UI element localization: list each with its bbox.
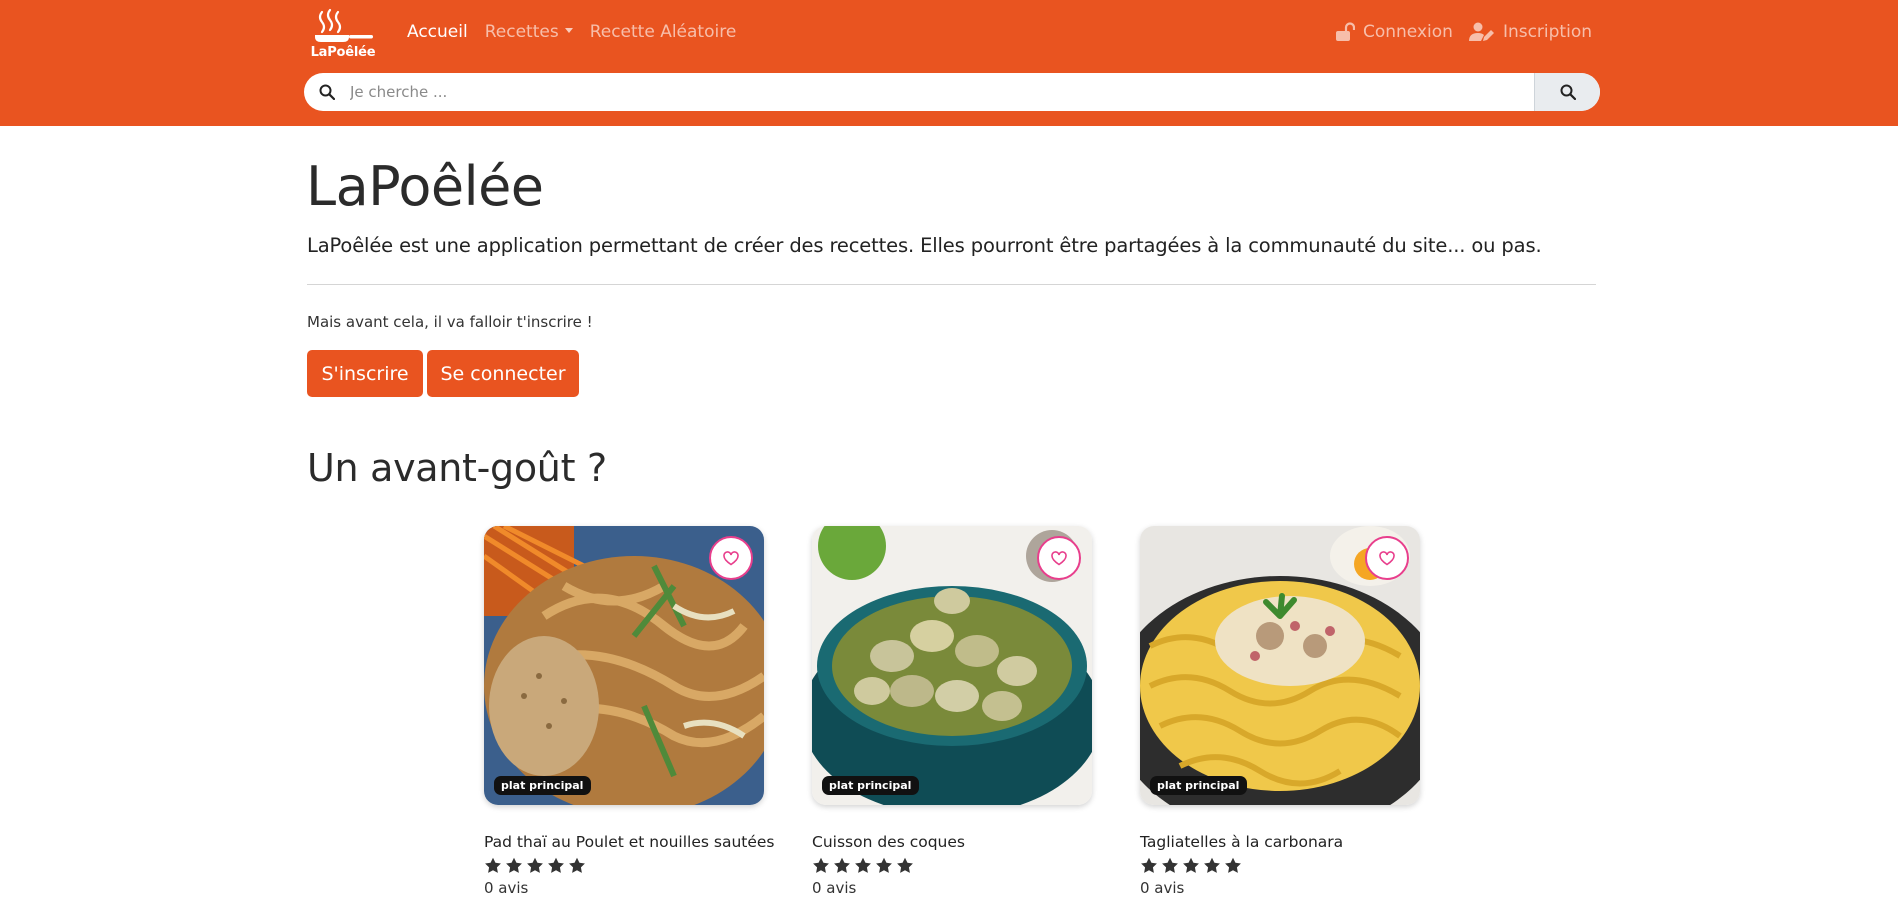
recipe-title[interactable]: Cuisson des coques <box>812 833 1092 851</box>
hero-subtext: Mais avant cela, il va falloir t'inscrir… <box>307 313 593 331</box>
star-icon <box>526 857 544 874</box>
favorite-button[interactable] <box>1037 536 1081 580</box>
search-icon <box>1560 84 1576 100</box>
star-icon <box>812 857 830 874</box>
star-icon <box>1224 857 1242 874</box>
recipe-image[interactable]: plat principal <box>1140 526 1420 805</box>
nav-home[interactable]: Accueil <box>407 22 468 42</box>
star-icon <box>1203 857 1221 874</box>
auth-nav: Connexion Inscription <box>1335 22 1592 42</box>
page-title: LaPoêlée <box>306 155 544 218</box>
recipe-card[interactable]: plat principal Tagliatelles à la carbona… <box>1140 526 1420 897</box>
recipe-title[interactable]: Tagliatelles à la carbonara <box>1140 833 1420 851</box>
recipe-card[interactable]: plat principal Pad thaï au Poulet et nou… <box>484 526 775 897</box>
star-icon <box>833 857 851 874</box>
star-icon <box>1161 857 1179 874</box>
star-icon <box>1182 857 1200 874</box>
star-icon <box>896 857 914 874</box>
heart-icon <box>1051 550 1067 565</box>
brand-logo[interactable]: LaPoêlée <box>310 8 376 64</box>
login-button[interactable]: Se connecter <box>427 350 579 397</box>
unlock-icon <box>1335 22 1355 42</box>
star-icon <box>875 857 893 874</box>
signup-button[interactable]: S'inscrire <box>307 350 423 397</box>
hero-lead: LaPoêlée est une application permettant … <box>307 234 1542 257</box>
category-badge: plat principal <box>822 776 920 795</box>
review-count: 0 avis <box>812 879 857 897</box>
nav-recipes-dropdown[interactable]: Recettes <box>485 22 573 42</box>
search-icon <box>304 73 350 111</box>
nav-register[interactable]: Inscription <box>1468 22 1592 42</box>
review-count: 0 avis <box>484 879 529 897</box>
favorite-button[interactable] <box>709 536 753 580</box>
recipe-image[interactable]: plat principal <box>484 526 764 805</box>
star-icon <box>854 857 872 874</box>
star-icon <box>484 857 502 874</box>
category-badge: plat principal <box>1150 776 1248 795</box>
search-submit-button[interactable] <box>1534 73 1600 111</box>
review-count: 0 avis <box>1140 879 1185 897</box>
navbar: LaPoêlée Accueil Recettes Recette Aléato… <box>0 0 1898 126</box>
nav-random-recipe[interactable]: Recette Aléatoire <box>590 22 737 42</box>
search-input[interactable] <box>350 73 1534 111</box>
brand-name: LaPoêlée <box>310 45 376 60</box>
caret-down-icon <box>564 27 573 33</box>
star-icon <box>505 857 523 874</box>
rating-stars <box>1140 857 1420 874</box>
nav-login-label: Connexion <box>1362 22 1453 42</box>
heart-icon <box>1379 550 1395 565</box>
star-icon <box>1140 857 1158 874</box>
heart-icon <box>723 550 739 565</box>
nav-register-label: Inscription <box>1502 22 1592 42</box>
favorite-button[interactable] <box>1365 536 1409 580</box>
user-edit-icon <box>1468 22 1495 42</box>
rating-stars <box>484 857 764 874</box>
nav-recipes-label: Recettes <box>484 22 559 42</box>
nav-login[interactable]: Connexion <box>1335 22 1453 42</box>
divider <box>307 284 1596 285</box>
rating-stars <box>812 857 1092 874</box>
star-icon <box>568 857 586 874</box>
recipe-card[interactable]: plat principal Cuisson des coques 0 avis <box>812 526 1092 897</box>
main-nav: Accueil Recettes Recette Aléatoire <box>407 22 753 42</box>
recipe-title[interactable]: Pad thaï au Poulet et nouilles sautées <box>484 833 775 851</box>
search-bar <box>304 73 1600 111</box>
pan-logo-icon <box>315 8 373 42</box>
recipe-image[interactable]: plat principal <box>812 526 1092 805</box>
category-badge: plat principal <box>494 776 592 795</box>
preview-section-title: Un avant-goût ? <box>307 446 607 490</box>
star-icon <box>547 857 565 874</box>
